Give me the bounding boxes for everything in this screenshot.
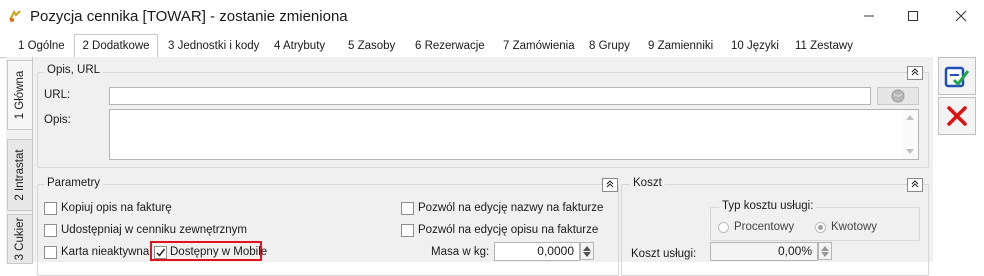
- koszt-legend: Koszt: [630, 177, 665, 189]
- edycja-nazwy-checkbox[interactable]: [401, 202, 414, 215]
- tab-dodatkowe[interactable]: 2 Dodatkowe: [74, 34, 158, 59]
- koszt-collapse-button[interactable]: [907, 178, 923, 192]
- dostepny-mobile-label: Dostępny w Mobile: [170, 246, 268, 258]
- opis-label: Opis:: [44, 114, 71, 126]
- vtab-intrastat-label: 2 Intrastat: [14, 149, 26, 201]
- tab-grupy[interactable]: 8 Grupy: [587, 36, 632, 57]
- tab-jezyki[interactable]: 10 Języki: [729, 36, 781, 57]
- opis-textarea[interactable]: [109, 109, 919, 160]
- close-button[interactable]: [938, 0, 984, 32]
- karta-nieaktywna-label: Karta nieaktywna: [61, 246, 150, 258]
- spin-up-icon: [583, 246, 591, 251]
- kwotowy-label: Kwotowy: [831, 221, 878, 233]
- vtab-cukier-label: 3 Cukier: [14, 217, 26, 261]
- url-label: URL:: [44, 89, 71, 101]
- maximize-icon: [908, 11, 918, 21]
- scroll-up-icon: [906, 115, 914, 120]
- tab-atrybuty[interactable]: 4 Atrybuty: [272, 36, 327, 57]
- procentowy-radio[interactable]: [718, 222, 729, 233]
- save-button[interactable]: [938, 57, 976, 95]
- maximize-button[interactable]: [890, 0, 936, 32]
- tab-rezerwacje[interactable]: 6 Rezerwacje: [413, 36, 487, 57]
- checkmark-icon: [156, 248, 166, 257]
- tab-jednostki-i-kody[interactable]: 3 Jednostki i kody: [166, 36, 261, 57]
- udostepniaj-checkbox[interactable]: [44, 224, 57, 237]
- window-title: Pozycja cennika [TOWAR] - zostanie zmien…: [30, 8, 348, 25]
- close-icon: [955, 10, 967, 22]
- parametry-legend: Parametry: [44, 177, 104, 189]
- vtab-intrastat[interactable]: 2 Intrastat: [7, 139, 33, 211]
- karta-nieaktywna-checkbox[interactable]: [44, 246, 57, 259]
- title-bar: Pozycja cennika [TOWAR] - zostanie zmien…: [0, 0, 984, 32]
- tab-zasoby[interactable]: 5 Zasoby: [346, 36, 397, 57]
- collapse-up-icon: [911, 180, 919, 188]
- vtab-glowna[interactable]: 1 Główna: [7, 60, 32, 130]
- procentowy-label: Procentowy: [734, 221, 795, 233]
- spin-up-icon: [821, 246, 829, 251]
- vtab-cukier[interactable]: 3 Cukier: [7, 214, 33, 264]
- minimize-icon: [864, 15, 874, 17]
- edycja-opisu-label: Pozwól na edycję opisu na fakturze: [418, 224, 599, 236]
- open-url-button[interactable]: [877, 87, 919, 105]
- tab-zamienniki[interactable]: 9 Zamienniki: [646, 36, 715, 57]
- url-input[interactable]: [109, 87, 871, 105]
- koszt-uslugi-label: Koszt usługi:: [631, 248, 697, 260]
- masa-spinner[interactable]: [580, 242, 594, 260]
- koszt-spinner[interactable]: [818, 242, 832, 260]
- tab-zamowienia[interactable]: 7 Zamówienia: [501, 36, 577, 57]
- cancel-icon: [947, 106, 967, 126]
- collapse-up-icon: [606, 180, 614, 188]
- koszt-uslugi-input[interactable]: 0,00%: [710, 242, 818, 261]
- opis-url-legend: Opis, URL: [44, 64, 104, 76]
- app-icon: [9, 10, 21, 22]
- cancel-button[interactable]: [938, 97, 976, 135]
- globe-icon: [891, 89, 905, 103]
- spin-down-icon: [821, 252, 829, 257]
- edycja-nazwy-label: Pozwól na edycję nazwy na fakturze: [418, 202, 604, 214]
- dostepny-mobile-checkbox[interactable]: [154, 246, 167, 259]
- typ-kosztu-legend: Typ kosztu usługi:: [719, 200, 817, 212]
- save-icon: [944, 66, 970, 88]
- opis-collapse-button[interactable]: [907, 66, 923, 80]
- masa-label: Masa w kg:: [431, 246, 490, 258]
- opis-scrollbar[interactable]: [902, 110, 918, 159]
- edycja-opisu-checkbox[interactable]: [401, 224, 414, 237]
- collapse-up-icon: [911, 68, 919, 76]
- minimize-button[interactable]: [846, 0, 892, 32]
- vtab-glowna-label: 1 Główna: [14, 70, 26, 120]
- tab-zestawy[interactable]: 11 Zestawy: [793, 36, 855, 57]
- parametry-collapse-button[interactable]: [602, 178, 618, 192]
- udostepniaj-label: Udostępniaj w cenniku zewnętrznym: [61, 224, 248, 236]
- tab-ogolne[interactable]: 1 Ogólne: [16, 36, 67, 57]
- kwotowy-radio[interactable]: [815, 222, 826, 233]
- scroll-down-icon: [906, 149, 914, 154]
- spin-down-icon: [583, 252, 591, 257]
- kopiuj-opis-checkbox[interactable]: [44, 202, 57, 215]
- kopiuj-opis-label: Kopiuj opis na fakturę: [61, 202, 172, 214]
- radio-dot: [818, 225, 823, 230]
- masa-input[interactable]: 0,0000: [494, 242, 580, 261]
